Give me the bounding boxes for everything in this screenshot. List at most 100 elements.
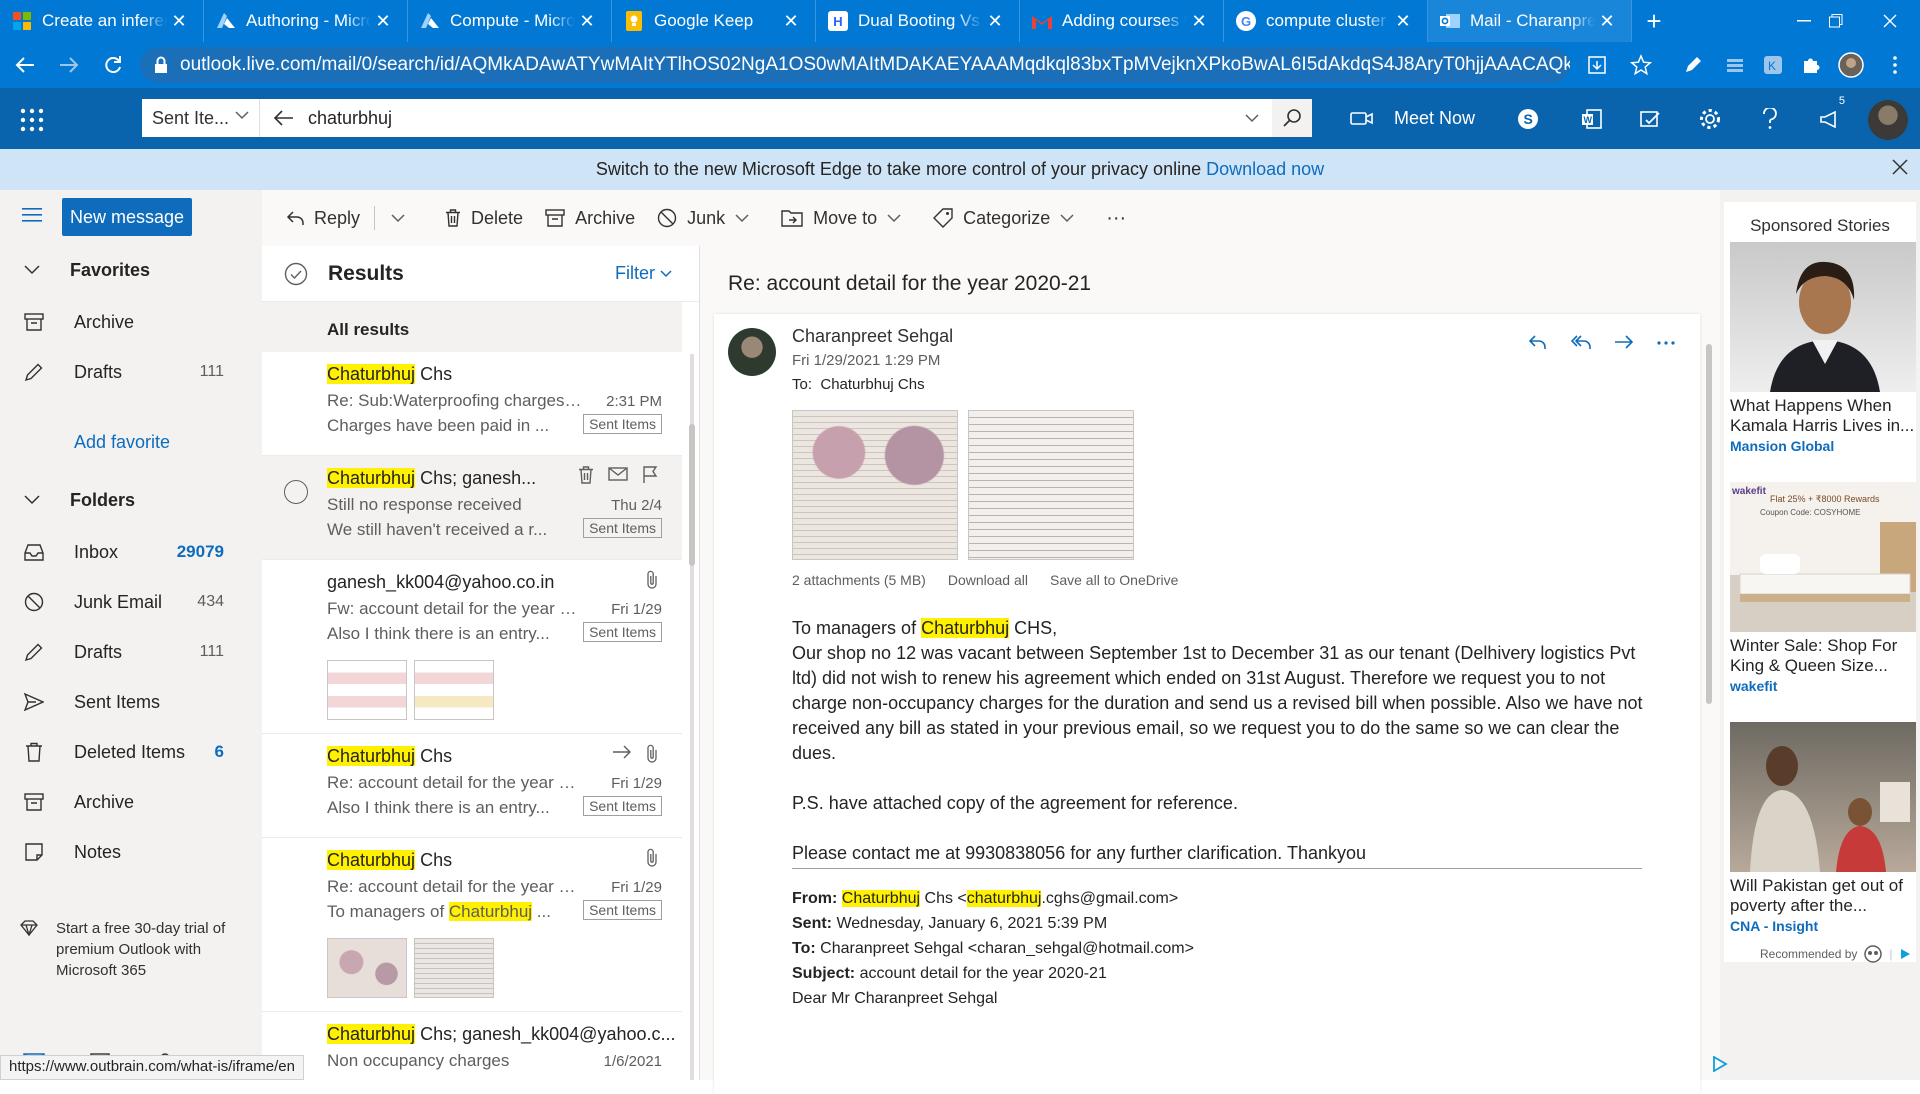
- star-icon[interactable]: [1624, 48, 1658, 82]
- mark-read-envelope-icon[interactable]: [608, 466, 628, 484]
- folder-junk[interactable]: Junk Email 434: [0, 580, 262, 624]
- delete-button[interactable]: Delete: [445, 208, 523, 229]
- folder-inbox[interactable]: Inbox 29079: [0, 530, 262, 574]
- meet-now-button[interactable]: Meet Now: [1350, 98, 1475, 138]
- search-input[interactable]: chaturbhuj: [308, 108, 1232, 129]
- close-tab-icon[interactable]: ✕: [575, 11, 599, 32]
- favorite-drafts[interactable]: Drafts 111: [0, 350, 262, 394]
- favorite-archive[interactable]: Archive: [0, 300, 262, 344]
- ad-item[interactable]: Will Pakistan get out of poverty after t…: [1730, 722, 1916, 934]
- hamburger-menu-icon[interactable]: [22, 208, 42, 222]
- close-window-icon[interactable]: [1860, 0, 1920, 42]
- reply-all-icon[interactable]: [1570, 334, 1592, 352]
- url-field[interactable]: outlook.live.com/mail/0/search/id/AQMkAD…: [140, 47, 1570, 83]
- reading-scrollbar[interactable]: [1702, 324, 1716, 1080]
- notifications-megaphone-icon[interactable]: 5: [1810, 95, 1850, 139]
- maximize-icon[interactable]: [1806, 0, 1866, 42]
- browser-tab[interactable]: Google Keep ✕: [612, 0, 816, 42]
- new-tab-button[interactable]: +: [1632, 0, 1676, 42]
- select-item-radio[interactable]: [284, 480, 308, 504]
- close-tab-icon[interactable]: ✕: [167, 11, 191, 32]
- search-box[interactable]: chaturbhuj: [260, 99, 1312, 137]
- pen-icon[interactable]: [1676, 48, 1710, 82]
- categorize-button[interactable]: Categorize: [933, 208, 1084, 229]
- ad-item[interactable]: What Happens When Kamala Harris Lives in…: [1730, 242, 1916, 454]
- folder-sent-items[interactable]: Sent Items: [0, 680, 262, 724]
- folders-header[interactable]: Folders: [0, 478, 262, 522]
- select-all-circle-icon[interactable]: [284, 262, 308, 286]
- office-word-icon[interactable]: W: [1572, 99, 1612, 139]
- reply-button[interactable]: Reply: [286, 208, 360, 229]
- premium-upsell[interactable]: Start a free 30-day trial of premium Out…: [20, 918, 250, 981]
- favorites-header[interactable]: Favorites: [0, 248, 262, 292]
- ad-item[interactable]: wakefit Flat 25% + ₹8000 Rewards Coupon …: [1730, 482, 1916, 694]
- more-actions-icon[interactable]: [1656, 334, 1676, 352]
- browser-tab[interactable]: Authoring - Microsoft ✕: [204, 0, 408, 42]
- browser-tab[interactable]: G compute cluster in ✕: [1224, 0, 1428, 42]
- new-message-button[interactable]: New message: [62, 198, 192, 236]
- close-tab-icon[interactable]: ✕: [779, 11, 803, 32]
- search-icon[interactable]: [1272, 99, 1312, 137]
- list-item[interactable]: Chaturbhuj Chs; ganesh... Still no respo…: [262, 456, 682, 560]
- reply-options-chevron-icon[interactable]: [391, 213, 415, 223]
- install-app-icon[interactable]: [1580, 48, 1614, 82]
- app-launcher-icon[interactable]: [14, 102, 50, 138]
- reply-icon[interactable]: [1528, 334, 1548, 352]
- folder-deleted-items[interactable]: Deleted Items 6: [0, 730, 262, 774]
- adchoices-icon[interactable]: [1712, 1056, 1728, 1072]
- forward-arrow-icon[interactable]: [50, 46, 88, 84]
- close-banner-icon[interactable]: [1892, 159, 1908, 175]
- help-icon[interactable]: [1750, 99, 1790, 139]
- search-back-arrow-icon[interactable]: [260, 110, 308, 126]
- filter-button[interactable]: Filter: [615, 263, 672, 284]
- attachment-preview[interactable]: [792, 410, 958, 560]
- back-arrow-icon[interactable]: [6, 46, 44, 84]
- close-tab-icon[interactable]: ✕: [371, 11, 395, 32]
- my-day-icon[interactable]: [1630, 99, 1670, 139]
- attachment-thumbnail[interactable]: [327, 938, 407, 998]
- junk-button[interactable]: Junk: [657, 208, 759, 229]
- attachment-thumbnail[interactable]: [414, 660, 494, 720]
- save-onedrive-link[interactable]: Save all to OneDrive: [1050, 572, 1178, 588]
- attachment-thumbnail[interactable]: [414, 938, 494, 998]
- sender-avatar[interactable]: [728, 328, 776, 376]
- browser-tab[interactable]: Compute - Microsoft ✕: [408, 0, 612, 42]
- list-item[interactable]: Chaturbhuj Chs; ganesh_kk004@yahoo.c... …: [262, 1012, 682, 1080]
- settings-gear-icon[interactable]: [1690, 99, 1730, 139]
- outbrain-attribution[interactable]: Recommended by |: [1760, 944, 1911, 964]
- account-avatar[interactable]: [1868, 100, 1908, 140]
- browser-tab[interactable]: H Dual Booting Vs Virtual ✕: [816, 0, 1020, 42]
- search-options-chevron-icon[interactable]: [1232, 113, 1272, 123]
- delete-icon[interactable]: [578, 466, 594, 484]
- close-tab-icon[interactable]: ✕: [1187, 11, 1211, 32]
- search-scope-dropdown[interactable]: Sent Ite...: [142, 99, 260, 137]
- attachment-thumbnail[interactable]: [327, 660, 407, 720]
- browser-tab-active[interactable]: Mail - Charanpreet ✕: [1428, 0, 1632, 42]
- folder-archive[interactable]: Archive: [0, 780, 262, 824]
- close-tab-icon[interactable]: ✕: [983, 11, 1007, 32]
- browser-tab[interactable]: Create an inference ✕: [0, 0, 204, 42]
- refresh-icon[interactable]: [94, 46, 132, 84]
- add-favorite-link[interactable]: Add favorite: [74, 432, 170, 453]
- attachment-preview[interactable]: [968, 410, 1134, 560]
- list-item[interactable]: ganesh_kk004@yahoo.co.in Fw: account det…: [262, 560, 682, 734]
- folder-notes[interactable]: Notes: [0, 830, 262, 874]
- list-item[interactable]: Chaturbhuj Chs Re: Sub:Waterproofing cha…: [262, 352, 682, 456]
- close-tab-icon[interactable]: ✕: [1595, 11, 1619, 32]
- puzzle-icon[interactable]: [1794, 48, 1828, 82]
- download-now-link[interactable]: Download now: [1206, 159, 1324, 180]
- extension-badge-icon[interactable]: K: [1756, 48, 1790, 82]
- close-tab-icon[interactable]: ✕: [1391, 11, 1415, 32]
- sender-name[interactable]: Charanpreet Sehgal: [792, 326, 953, 347]
- collections-icon[interactable]: [1718, 48, 1752, 82]
- skype-icon[interactable]: S: [1508, 99, 1548, 139]
- archive-button[interactable]: Archive: [545, 208, 635, 229]
- folder-drafts[interactable]: Drafts 111: [0, 630, 262, 674]
- list-item[interactable]: Chaturbhuj Chs Re: account detail for th…: [262, 734, 682, 838]
- list-scrollbar[interactable]: [684, 354, 699, 1080]
- profile-avatar-icon[interactable]: [1834, 48, 1868, 82]
- more-options-icon[interactable]: [1878, 48, 1912, 82]
- browser-tab[interactable]: Adding courses for ✕: [1020, 0, 1224, 42]
- flag-icon[interactable]: [642, 466, 658, 484]
- more-actions-button[interactable]: ···: [1106, 207, 1126, 230]
